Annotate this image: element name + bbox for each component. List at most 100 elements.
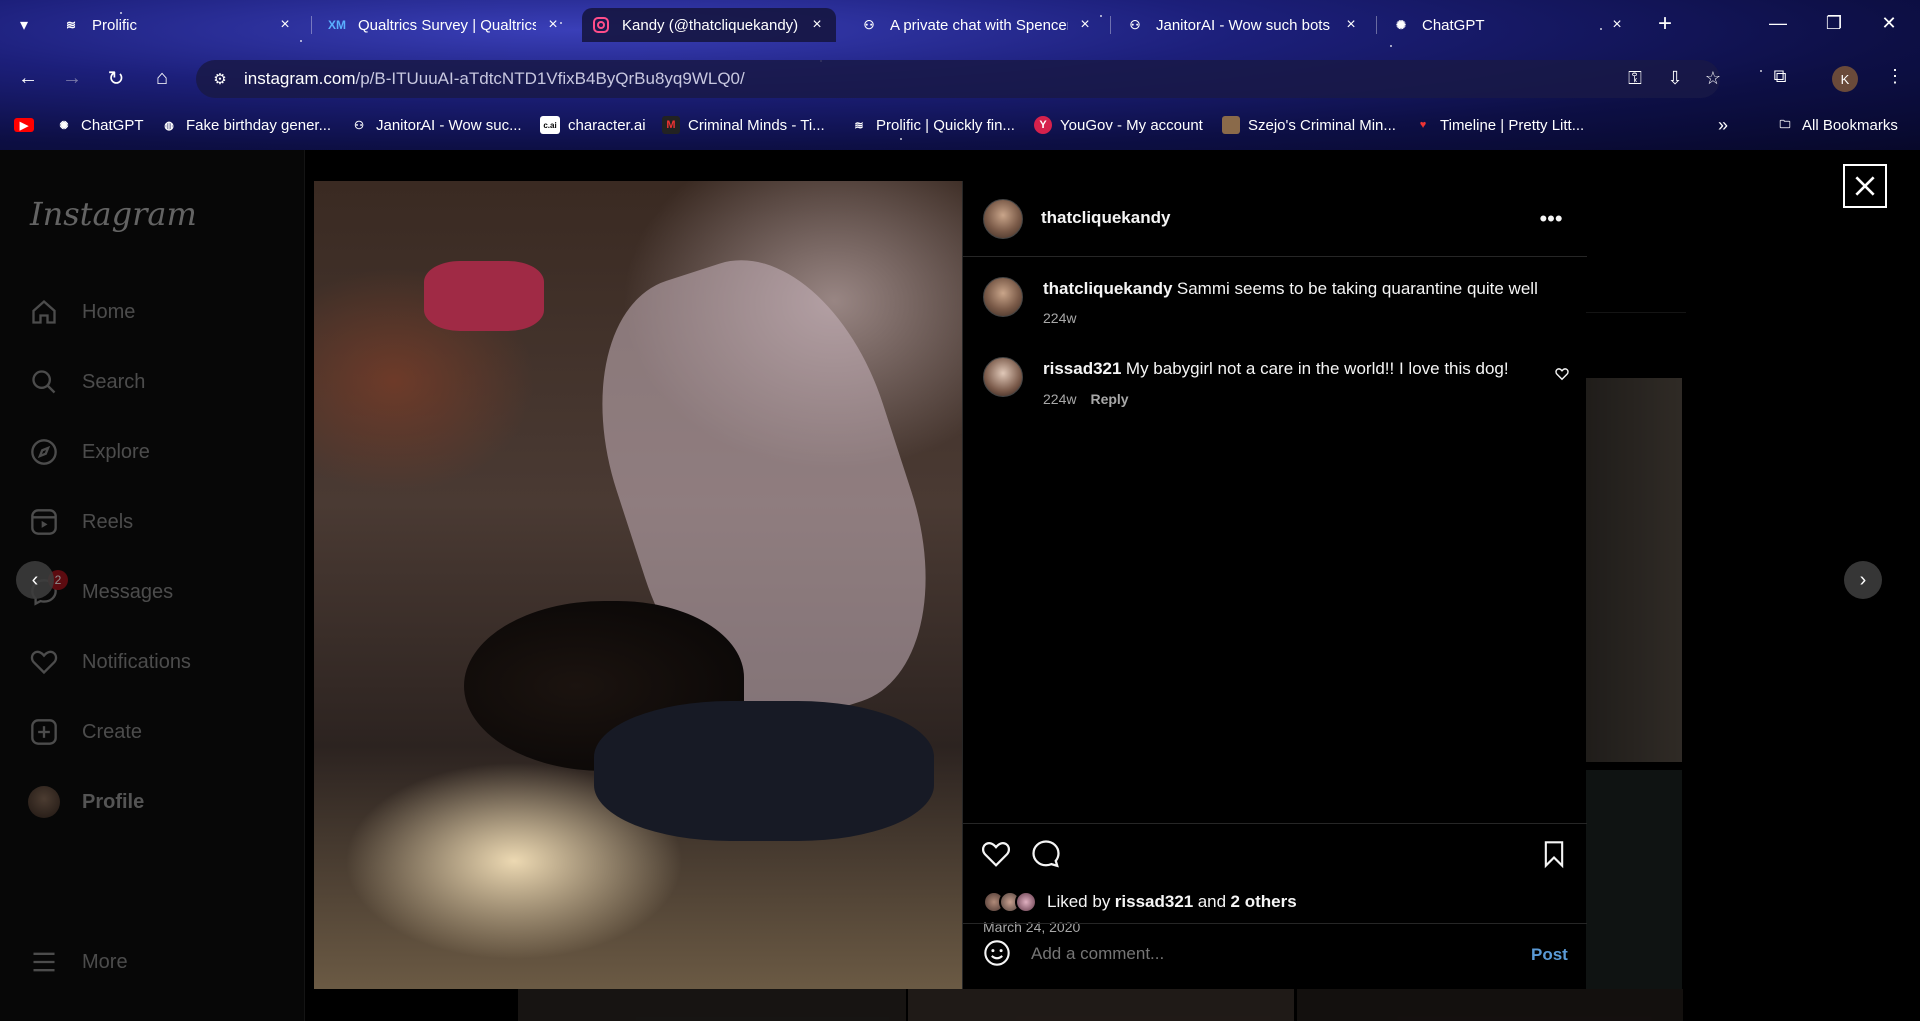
home-button[interactable]: ⌂ [146, 62, 178, 94]
post-header: thatcliquekandy ••• [963, 181, 1587, 257]
close-tab-icon[interactable]: × [1342, 16, 1360, 34]
caption: thatcliquekandy Sammi seems to be taking… [1043, 279, 1563, 299]
chatgpt-icon: ✺ [59, 119, 69, 132]
tab-prolific[interactable]: ≋ Prolific × [52, 8, 304, 42]
tab-private-chat[interactable]: ⚇ A private chat with Spencer × [850, 8, 1104, 42]
qualtrics-icon: XM [328, 18, 346, 32]
close-tab-icon[interactable]: × [1076, 16, 1094, 34]
all-bookmarks[interactable]: 🗀 All Bookmarks [1776, 114, 1898, 136]
restore-button[interactable]: ❐ [1811, 8, 1857, 38]
bookmarks-overflow-icon[interactable]: » [1718, 114, 1728, 136]
comment-age[interactable]: 224w [1043, 391, 1076, 407]
url-host: instagram.com [244, 69, 356, 88]
site-info-icon[interactable]: ⚙ [202, 65, 238, 93]
minimize-button[interactable]: — [1755, 8, 1801, 38]
divider [963, 923, 1587, 924]
bookmark-timeline[interactable]: ♥ Timeline | Pretty Litt... [1414, 114, 1584, 136]
janitor-icon: ⚇ [863, 18, 875, 32]
close-tab-icon[interactable]: × [276, 16, 294, 34]
characterai-icon: c.ai [540, 116, 560, 134]
like-icon[interactable] [979, 837, 1013, 871]
tab-instagram[interactable]: Kandy (@thatcliquekandy) × [582, 8, 836, 42]
close-tab-icon[interactable]: × [544, 16, 562, 34]
save-bookmark-icon[interactable] [1537, 837, 1571, 871]
prolific-icon: ≋ [854, 119, 864, 132]
folder-icon: 🗀 [1779, 118, 1791, 131]
bookmark-prolific[interactable]: ≋ Prolific | Quickly fin... [850, 114, 1015, 136]
chatgpt-icon: ✺ [1395, 18, 1407, 32]
address-bar[interactable]: ⚙ instagram.com/p/B-ITUuuAI-aTdtcNTD1Vfi… [196, 60, 1721, 98]
caption-username[interactable]: thatcliquekandy [1043, 279, 1172, 298]
next-post-button[interactable]: › [1844, 561, 1882, 599]
janitor-icon: ⚇ [1129, 18, 1141, 32]
commenter-avatar[interactable] [983, 357, 1023, 397]
url-path: /p/B-ITUuuAI-aTdtcNTD1VfixB4ByQrBu8yq9WL… [355, 69, 745, 88]
close-modal-button[interactable] [1843, 164, 1887, 208]
post-date[interactable]: March 24, 2020 [983, 919, 1080, 935]
kebab-menu-icon[interactable]: ⋮ [1880, 66, 1910, 87]
previous-post-button[interactable]: ‹ [16, 561, 54, 599]
author-avatar[interactable] [983, 199, 1023, 239]
liked-by-user[interactable]: rissad321 [1115, 892, 1193, 912]
bookmark-chatgpt[interactable]: ✺ ChatGPT [55, 114, 143, 136]
window-close-button[interactable]: ✕ [1866, 8, 1912, 38]
caption-author-avatar[interactable] [983, 277, 1023, 317]
back-button[interactable]: ← [12, 62, 44, 94]
forward-button[interactable]: → [56, 62, 88, 94]
close-tab-icon[interactable]: × [1608, 16, 1626, 34]
bookmark-yougov[interactable]: Y YouGov - My account [1034, 114, 1203, 136]
liker-avatars[interactable] [983, 891, 1037, 913]
install-app-icon[interactable]: ⇩ [1662, 68, 1688, 89]
janitor-icon: ⚇ [354, 119, 364, 132]
tab-strip: ▾ ≋ Prolific × XM Qualtrics Survey | Qua… [0, 0, 1920, 50]
prolific-icon: ≋ [65, 18, 77, 32]
reload-button[interactable]: ↻ [100, 62, 132, 94]
bookmark-szejo[interactable]: Szejo's Criminal Min... [1222, 114, 1396, 136]
instagram-icon [592, 16, 610, 34]
password-key-icon[interactable]: ⚿ [1622, 68, 1648, 89]
post-comment-button[interactable]: Post [1531, 945, 1568, 965]
heart-icon: ♥ [1419, 119, 1427, 131]
browser-chrome: ▾ ≋ Prolific × XM Qualtrics Survey | Qua… [0, 0, 1920, 150]
close-tab-icon[interactable]: × [808, 16, 826, 34]
bookmark-janitorai[interactable]: ⚇ JanitorAI - Wow suc... [350, 114, 522, 136]
youtube-icon: ▶ [14, 118, 34, 132]
divider [963, 823, 1587, 824]
tab-qualtrics[interactable]: XM Qualtrics Survey | Qualtrics × [318, 8, 572, 42]
bookmark-criminal-minds[interactable]: M Criminal Minds - Ti... [662, 114, 825, 136]
comment: rissad321 My babygirl not a care in the … [1043, 359, 1543, 379]
emoji-icon[interactable] [981, 937, 1013, 969]
post-image[interactable] [314, 181, 962, 989]
caption-age[interactable]: 224w [1043, 310, 1076, 326]
post-author-username[interactable]: thatcliquekandy [1041, 208, 1170, 228]
image-icon [1222, 116, 1240, 134]
reply-button[interactable]: Reply [1090, 391, 1128, 407]
criminal-minds-icon: M [662, 116, 680, 134]
comment-meta: 224w Reply [1043, 391, 1129, 407]
yougov-icon: Y [1034, 116, 1052, 134]
profile-avatar[interactable]: K [1832, 66, 1858, 92]
comment-text: My babygirl not a care in the world!! I … [1125, 359, 1509, 378]
globe-icon: ◍ [164, 119, 174, 132]
bookmark-fake-birthday[interactable]: ◍ Fake birthday gener... [160, 114, 331, 136]
tab-janitorai[interactable]: ⚇ JanitorAI - Wow such bots × [1116, 8, 1370, 42]
comment-like-icon[interactable] [1553, 365, 1571, 383]
bookmark-youtube[interactable]: ▶ [14, 114, 42, 136]
liked-by-others-link[interactable]: 2 others [1231, 892, 1297, 912]
bookmark-star-icon[interactable]: ☆ [1700, 68, 1726, 89]
comment-icon[interactable] [1029, 837, 1063, 871]
more-options-icon[interactable]: ••• [1535, 203, 1567, 235]
caption-text: Sammi seems to be taking quarantine quit… [1176, 279, 1538, 298]
extensions-icon[interactable]: ⧉ [1765, 66, 1795, 87]
liked-by: Liked by rissad321 and 2 others [983, 891, 1297, 913]
instagram-page: Instagram Home Search Explore Reels Mess… [0, 150, 1920, 1021]
post-details-panel: thatcliquekandy ••• thatcliquekandy Samm… [962, 181, 1587, 989]
tab-chatgpt[interactable]: ✺ ChatGPT × [1382, 8, 1636, 42]
comment-username[interactable]: rissad321 [1043, 359, 1121, 378]
bookmark-characterai[interactable]: c.ai character.ai [540, 114, 646, 136]
tab-search-button[interactable]: ▾ [10, 12, 38, 38]
add-comment-input[interactable] [1031, 939, 1491, 969]
bookmarks-bar: ▶ ✺ ChatGPT ◍ Fake birthday gener... ⚇ J… [0, 110, 1920, 140]
new-tab-button[interactable]: + [1650, 10, 1680, 38]
browser-toolbar: ← → ↻ ⌂ ⚙ instagram.com/p/B-ITUuuAI-aTdt… [0, 56, 1920, 100]
